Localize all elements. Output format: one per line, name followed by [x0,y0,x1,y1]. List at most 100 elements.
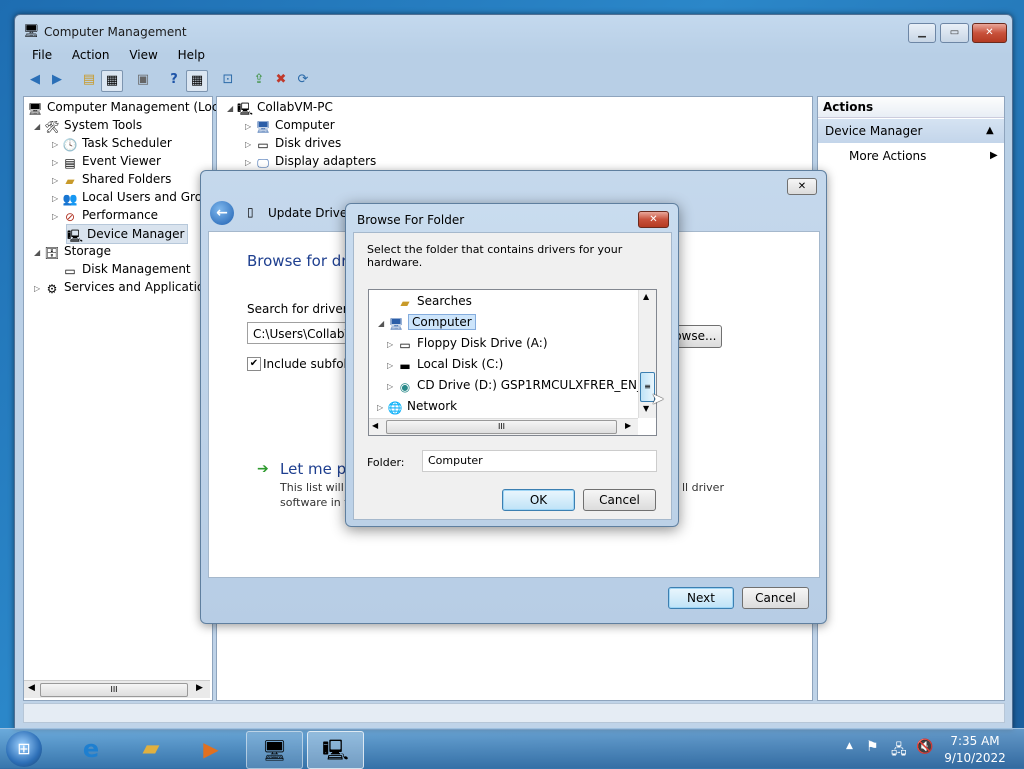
actions-section-device-manager[interactable]: Device Manager ▲ [818,119,1004,143]
collapse-triangle-icon[interactable]: ◢ [34,118,44,136]
actions-header: Actions [818,97,1004,118]
device-category[interactable]: ▷ 🖥 Computer [245,116,335,134]
folder-tree-item[interactable]: ▰ Searches [397,292,472,311]
toolbar: ◀ ▶ ▤ ▦ ▣ ? ▦ ⊡ ⇪ ✖ ⟳ [23,67,1003,93]
horizontal-scrollbar[interactable]: ◀ III ▶ [369,418,638,435]
include-subfolders-checkbox[interactable]: ✔ [247,357,261,371]
expand-triangle-icon[interactable]: ▷ [52,208,62,226]
dialog-title: Browse For Folder [357,213,465,227]
shared-folder-icon: ▰ [65,174,75,188]
disk-drive-icon: ▭ [257,138,269,152]
folder-tree-item[interactable]: ▷ 🌐 Network [377,397,457,416]
dialog-close-button[interactable]: ✕ [787,178,817,195]
folder-tree[interactable]: ▰ Searches ◢ 🖥 Computer ▷ ▭ Floppy Disk Drive… [368,289,657,436]
folder-tree-item-computer[interactable]: ◢ 🖥 Computer [378,313,476,332]
file-explorer-icon[interactable]: ▰ [130,732,172,766]
folder-input[interactable]: Computer [422,450,657,472]
tree-item[interactable]: ◢ 🗄 Storage [34,242,111,260]
ok-button[interactable]: OK [502,489,575,511]
tree-item-label: Task Scheduler [82,136,172,150]
scroll-up-icon[interactable]: ▲ [643,292,649,301]
scroll-left-icon[interactable]: ◀ [28,683,35,693]
folder-label: Searches [417,294,472,308]
forward-arrow-icon[interactable]: ▶ [47,70,67,90]
expand-triangle-icon[interactable]: ▷ [377,398,387,417]
update-driver-icon[interactable]: ⇪ [249,70,269,90]
window-title: Computer Management [44,25,187,39]
tree-item[interactable]: ▷ 👥 Local Users and Group [52,188,217,206]
collapse-up-icon[interactable]: ▲ [986,119,994,143]
show-hidden-icons[interactable]: ▲ [846,741,853,751]
menu-action[interactable]: Action [72,45,110,65]
scroll-right-icon[interactable]: ▶ [196,683,203,693]
close-button[interactable]: ✕ [638,211,669,228]
back-arrow-icon[interactable]: ← [210,201,234,225]
submenu-arrow-icon: ▶ [990,150,998,161]
display-adapter-icon: 🖵 [257,156,269,170]
tree-item[interactable]: ▷ ▰ Shared Folders [52,170,171,188]
pick-description-line1-tail: ll driver [682,481,724,494]
scroll-right-icon[interactable]: ▶ [625,421,631,430]
horizontal-scrollbar[interactable]: ◀ III ▶ [24,680,210,698]
scan-hardware-icon[interactable]: ⊡ [218,70,238,90]
menu-file[interactable]: File [32,45,52,65]
up-folder-icon[interactable]: ▤ [79,70,99,90]
device-root[interactable]: ◢ 🖳 CollabVM-PC [227,98,333,116]
actions-section-label: Device Manager [825,124,923,138]
folder-tree-item[interactable]: ▷ ▭ Floppy Disk Drive (A:) [387,334,548,353]
folder-tree-item[interactable]: ▷ ▬ Local Disk (C:) [387,355,503,374]
volume-muted-icon[interactable]: 🔇 [916,739,933,755]
expand-triangle-icon[interactable]: ▷ [387,377,397,396]
back-arrow-icon[interactable]: ◀ [25,70,45,90]
maximize-button[interactable]: ▭ [940,23,969,43]
collapse-triangle-icon[interactable]: ◢ [378,314,388,333]
clock-time[interactable]: 7:35 AM [940,734,1010,748]
scroll-thumb[interactable]: III [40,683,188,697]
taskbar-computer-management[interactable]: 🖥 [246,731,303,769]
close-button[interactable]: ✕ [972,23,1007,43]
scroll-down-icon[interactable]: ▼ [643,404,649,413]
action-center-flag-icon[interactable]: ⚑ [866,739,879,755]
computer-management-icon: 🖥 [27,102,43,116]
network-status-icon[interactable]: 🖧 [891,739,907,763]
properties-icon[interactable]: ▣ [133,70,153,90]
folder-label: CD Drive (D:) GSP1RMCULXFRER_EN_DVD [417,378,657,392]
show-hide-action-pane-icon[interactable]: ▦ [186,70,208,92]
taskbar-update-driver[interactable]: 🖳 [307,731,364,769]
clock-date[interactable]: 9/10/2022 [940,751,1010,765]
enable-device-icon[interactable]: ⟳ [293,70,313,90]
uninstall-icon[interactable]: ✖ [271,70,291,90]
device-category[interactable]: ▷ 🖵 Display adapters [245,152,376,170]
tree-item[interactable]: 🖥 Computer Management (Local [27,98,229,116]
tree-item-device-manager[interactable]: 🖳 Device Manager [66,224,189,244]
help-icon[interactable]: ? [164,70,184,90]
tree-item[interactable]: ▭ Disk Management [62,260,190,278]
tree-item[interactable]: ▷ ▤ Event Viewer [52,152,161,170]
expand-triangle-icon[interactable]: ▷ [387,356,397,375]
device-category[interactable]: ▷ ▭ Disk drives [245,134,341,152]
show-hide-console-tree-icon[interactable]: ▦ [101,70,123,92]
collapse-triangle-icon[interactable]: ◢ [227,100,237,118]
menu-help[interactable]: Help [178,45,205,65]
cancel-button[interactable]: Cancel [583,489,656,511]
expand-triangle-icon[interactable]: ▷ [34,280,44,298]
scroll-thumb[interactable]: III [386,420,617,434]
tree-item[interactable]: ▷ ⚙ Services and Applications [34,278,218,296]
scroll-left-icon[interactable]: ◀ [372,421,378,430]
cancel-button[interactable]: Cancel [742,587,809,609]
media-player-icon[interactable]: ▶ [190,732,232,766]
expand-triangle-icon[interactable]: ▷ [387,335,397,354]
more-actions-item[interactable]: More Actions ▶ [849,147,999,165]
folder-tree-item[interactable]: ▷ ◉ CD Drive (D:) GSP1RMCULXFRER_EN_DVD [387,376,657,396]
internet-explorer-icon[interactable]: e [70,732,112,766]
collapse-triangle-icon[interactable]: ◢ [34,244,44,262]
tree-item[interactable]: ▷ 🕓 Task Scheduler [52,134,172,152]
device-category-label: Display adapters [275,154,377,168]
minimize-button[interactable]: ▁ [908,23,936,43]
tree-item[interactable]: ◢ 🛠 System Tools [34,116,142,134]
device-category-label: Computer [275,118,335,132]
menu-view[interactable]: View [129,45,157,65]
next-button[interactable]: Next [668,587,734,609]
tree-item[interactable]: ▷ ⊘ Performance [52,206,158,224]
start-button[interactable]: ⊞ [6,731,42,767]
